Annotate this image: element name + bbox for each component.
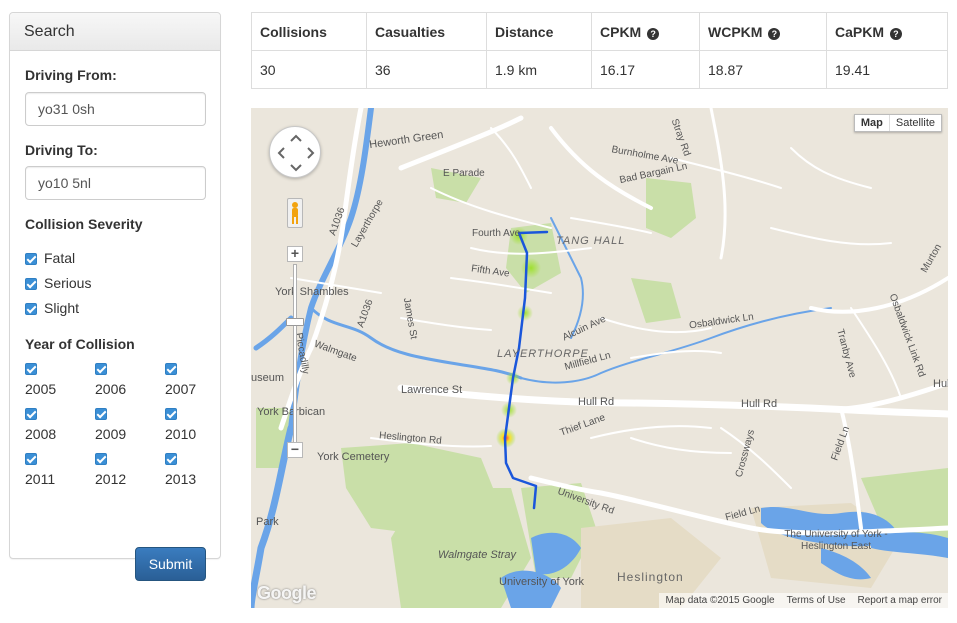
capkm-header-label: CaPKM: [835, 23, 885, 40]
zoom-out-button[interactable]: −: [287, 442, 303, 458]
label-university-of-york: University of York: [499, 576, 584, 588]
year-2013-label: 2013: [165, 471, 197, 487]
slight-checkbox[interactable]: [25, 303, 37, 315]
year-2011-label: 2011: [25, 471, 56, 487]
label-hull-rd-1: Hull Rd: [578, 396, 615, 408]
label-tang-hall: TANG HALL: [556, 235, 626, 247]
label-museum: useum: [251, 372, 285, 384]
year-of-collision-label: Year of Collision: [25, 336, 135, 352]
capkm-header: CaPKM ?: [826, 12, 948, 51]
year-2010-label: 2010: [165, 426, 197, 442]
map-data-attribution: Map data ©2015 Google: [665, 595, 775, 606]
cpkm-header: CPKM ?: [591, 12, 700, 51]
map-type-map-button[interactable]: Map: [855, 115, 890, 131]
label-hull-rd-3: Hull Rd: [933, 378, 948, 390]
slight-label: Slight: [44, 300, 80, 316]
street-view-pegman-icon[interactable]: [287, 198, 303, 228]
label-york-barbican: York Barbican: [257, 406, 326, 418]
year-2009-checkbox[interactable]: [95, 408, 107, 420]
wcpkm-header-label: WCPKM: [708, 23, 763, 40]
submit-button[interactable]: Submit: [135, 547, 206, 581]
label-park: Park: [256, 516, 279, 528]
pegman-figure-icon: [292, 202, 298, 224]
year-2005-checkbox[interactable]: [25, 363, 37, 375]
wcpkm-header: WCPKM ?: [699, 12, 827, 51]
fatal-checkbox[interactable]: [25, 253, 37, 265]
collision-stats-table: Collisions Casualties Distance CPKM ? WC…: [251, 12, 948, 89]
google-logo[interactable]: Google: [257, 583, 317, 604]
terms-of-use-link[interactable]: Terms of Use: [787, 595, 846, 606]
map-type-satellite-button[interactable]: Satellite: [890, 115, 941, 131]
year-2012-label: 2012: [95, 471, 127, 487]
capkm-help-icon[interactable]: ?: [889, 27, 902, 40]
zoom-in-button[interactable]: +: [287, 246, 303, 262]
label-york-cemetery: York Cemetery: [317, 451, 390, 463]
label-heslington: Heslington: [617, 570, 684, 584]
pan-control[interactable]: [269, 126, 321, 178]
serious-checkbox[interactable]: [25, 278, 37, 290]
driving-to-input[interactable]: [25, 166, 206, 200]
pan-arrows-icon: [277, 134, 315, 172]
year-2006-label: 2006: [95, 381, 127, 397]
year-2012-checkbox[interactable]: [95, 453, 107, 465]
label-fourth-ave: Fourth Ave: [472, 228, 521, 239]
cpkm-help-icon[interactable]: ?: [647, 27, 660, 40]
collisions-header-label: Collisions: [260, 23, 327, 40]
wcpkm-help-icon[interactable]: ?: [768, 27, 781, 40]
collisions-header: Collisions: [251, 12, 367, 51]
route-map[interactable]: Heworth Green E Parade Stray Rd Burnholm…: [251, 108, 948, 608]
year-2008-label: 2008: [25, 426, 57, 442]
year-2006-checkbox[interactable]: [95, 363, 107, 375]
fatal-label: Fatal: [44, 250, 76, 266]
zoom-slider-track[interactable]: [293, 264, 297, 448]
distance-header: Distance: [486, 12, 592, 51]
collision-severity-label: Collision Severity: [25, 216, 143, 232]
driving-to-label: Driving To:: [25, 142, 98, 158]
year-2005-label: 2005: [25, 381, 57, 397]
serious-label: Serious: [44, 275, 92, 291]
label-york-shambles: York Shambles: [275, 286, 349, 298]
stats-value-row: 30 36 1.9 km 16.17 18.87 19.41: [251, 50, 948, 89]
search-panel: Search Driving From: Driving To: Collisi…: [9, 12, 221, 581]
casualties-value: 36: [366, 50, 487, 89]
label-e-parade: E Parade: [443, 168, 485, 179]
capkm-value: 19.41: [826, 50, 948, 89]
cpkm-value: 16.17: [591, 50, 700, 89]
label-uni-york-east: The University of York - Heslington East: [784, 529, 888, 552]
year-2007-checkbox[interactable]: [165, 363, 177, 375]
label-walmgate-stray: Walmgate Stray: [438, 549, 517, 561]
label-lawrence-st: Lawrence St: [401, 384, 463, 396]
map-type-control: Map Satellite: [853, 114, 942, 132]
distance-header-label: Distance: [495, 23, 554, 40]
distance-value: 1.9 km: [486, 50, 592, 89]
year-2008-checkbox[interactable]: [25, 408, 37, 420]
collisions-value: 30: [251, 50, 367, 89]
driving-from-label: Driving From:: [25, 67, 117, 83]
year-2010-checkbox[interactable]: [165, 408, 177, 420]
casualties-header: Casualties: [366, 12, 487, 51]
year-2009-label: 2009: [95, 426, 127, 442]
cpkm-header-label: CPKM: [600, 23, 642, 40]
zoom-slider-handle[interactable]: [286, 318, 304, 326]
wcpkm-value: 18.87: [699, 50, 827, 89]
search-panel-heading: Search: [10, 13, 220, 51]
report-map-error-link[interactable]: Report a map error: [858, 595, 942, 606]
stats-header-row: Collisions Casualties Distance CPKM ? WC…: [251, 12, 948, 51]
map-footer: Map data ©2015 Google Terms of Use Repor…: [659, 593, 948, 608]
year-2011-checkbox[interactable]: [25, 453, 37, 465]
year-2013-checkbox[interactable]: [165, 453, 177, 465]
casualties-header-label: Casualties: [375, 23, 446, 40]
label-hull-rd-2: Hull Rd: [741, 398, 778, 410]
driving-from-input[interactable]: [25, 92, 206, 126]
year-2007-label: 2007: [165, 381, 197, 397]
